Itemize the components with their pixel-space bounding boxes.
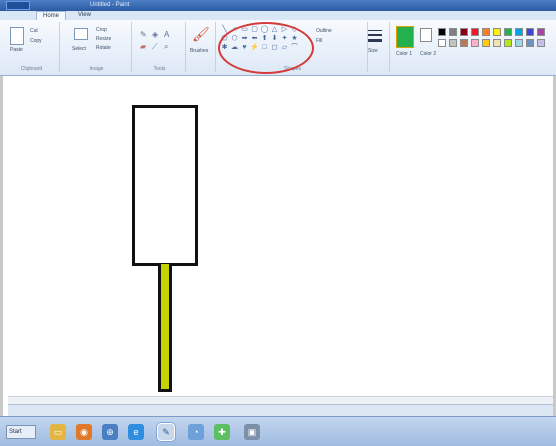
fill-icon[interactable]: ◈: [152, 30, 158, 39]
select-icon[interactable]: [74, 28, 88, 40]
tab-home[interactable]: Home: [36, 11, 67, 20]
palette-swatch[interactable]: [537, 28, 545, 36]
rotate-button[interactable]: Rotate: [96, 45, 111, 51]
size-button[interactable]: Size: [368, 48, 378, 54]
horizontal-scrollbar[interactable]: [8, 396, 553, 404]
palette-swatch[interactable]: [482, 39, 490, 47]
select-button[interactable]: Select: [72, 46, 86, 52]
palette-swatch[interactable]: [515, 39, 523, 47]
palette-swatch[interactable]: [449, 39, 457, 47]
image-group: Select Crop Resize Rotate Image: [62, 22, 132, 72]
brush-icon[interactable]: 🖌: [192, 26, 210, 43]
network-icon[interactable]: ⊕: [102, 424, 118, 440]
paint-menu-button[interactable]: [6, 1, 30, 10]
copy-button[interactable]: Copy: [30, 38, 42, 44]
palette-swatch[interactable]: [471, 28, 479, 36]
colors-group: Color 1 Color 2: [392, 22, 556, 72]
paint-icon[interactable]: ✎: [157, 423, 175, 441]
text-icon[interactable]: A: [164, 30, 169, 39]
palette-swatch[interactable]: [460, 28, 468, 36]
eraser-icon[interactable]: ▰: [140, 42, 146, 51]
resize-button[interactable]: Resize: [96, 36, 111, 42]
palette-swatch[interactable]: [526, 28, 534, 36]
outline-dropdown[interactable]: Outline: [316, 28, 332, 34]
ie-icon[interactable]: e: [128, 424, 144, 440]
palette-swatch[interactable]: [460, 39, 468, 47]
size-line-thin: [368, 30, 382, 31]
start-button[interactable]: Start: [6, 425, 36, 439]
cut-button[interactable]: Cut: [30, 28, 38, 34]
tools-group: ✎ ◈ A ▰ ⟋ ⌕ Tools: [134, 22, 186, 72]
title-bar: Untitled - Paint: [0, 0, 556, 11]
palette-swatch[interactable]: [493, 28, 501, 36]
color1-swatch[interactable]: [396, 26, 414, 48]
chat-icon[interactable]: ◔: [188, 424, 204, 440]
paste-button-label[interactable]: Paste: [10, 47, 23, 53]
tab-view[interactable]: View: [72, 11, 97, 20]
monitor-icon[interactable]: ▣: [244, 424, 260, 440]
size-line-medium: [368, 34, 382, 36]
window-title: Untitled - Paint: [90, 2, 130, 8]
palette-swatch[interactable]: [438, 39, 446, 47]
palette-swatch[interactable]: [449, 28, 457, 36]
palette-swatch[interactable]: [526, 39, 534, 47]
brushes-group: 🖌 Brushes: [188, 22, 216, 72]
picker-icon[interactable]: ⟋: [152, 42, 158, 52]
drawn-stick: [158, 264, 172, 392]
image-group-label: Image: [89, 66, 104, 72]
palette-swatch[interactable]: [504, 39, 512, 47]
drawing-canvas[interactable]: [8, 76, 553, 396]
tools-icon[interactable]: ✚: [214, 424, 230, 440]
status-bar: [8, 404, 553, 416]
highlight-annotation: [218, 22, 314, 74]
ribbon-tabs: Home View: [0, 11, 556, 20]
size-group: Size: [362, 22, 390, 72]
size-line-thick: [368, 39, 382, 42]
palette-swatch[interactable]: [471, 39, 479, 47]
color2-label[interactable]: Color 2: [420, 51, 436, 57]
taskbar: Start ▭ ◉ ⊕ e ✎ ◔ ✚ ▣: [0, 416, 556, 446]
palette-swatch[interactable]: [482, 28, 490, 36]
brushes-button[interactable]: Brushes: [190, 48, 208, 54]
magnifier-icon[interactable]: ⌕: [164, 42, 168, 52]
palette-swatch[interactable]: [493, 39, 501, 47]
clipboard-group-label: Clipboard: [20, 66, 43, 72]
palette-swatch[interactable]: [537, 39, 545, 47]
color2-swatch[interactable]: [420, 28, 432, 42]
pencil-icon[interactable]: ✎: [140, 30, 147, 39]
drawn-rectangle: [132, 105, 198, 266]
crop-button[interactable]: Crop: [96, 27, 107, 33]
fill-dropdown[interactable]: Fill: [316, 38, 322, 44]
clipboard-group: Paste Cut Copy Clipboard: [4, 22, 60, 72]
color1-label[interactable]: Color 1: [396, 51, 412, 57]
tools-group-label: Tools: [153, 66, 166, 72]
paste-icon[interactable]: [10, 27, 24, 45]
media-icon[interactable]: ◉: [76, 424, 92, 440]
folder-icon[interactable]: ▭: [50, 424, 66, 440]
palette-swatch[interactable]: [438, 28, 446, 36]
palette-swatch[interactable]: [504, 28, 512, 36]
palette-swatch[interactable]: [515, 28, 523, 36]
